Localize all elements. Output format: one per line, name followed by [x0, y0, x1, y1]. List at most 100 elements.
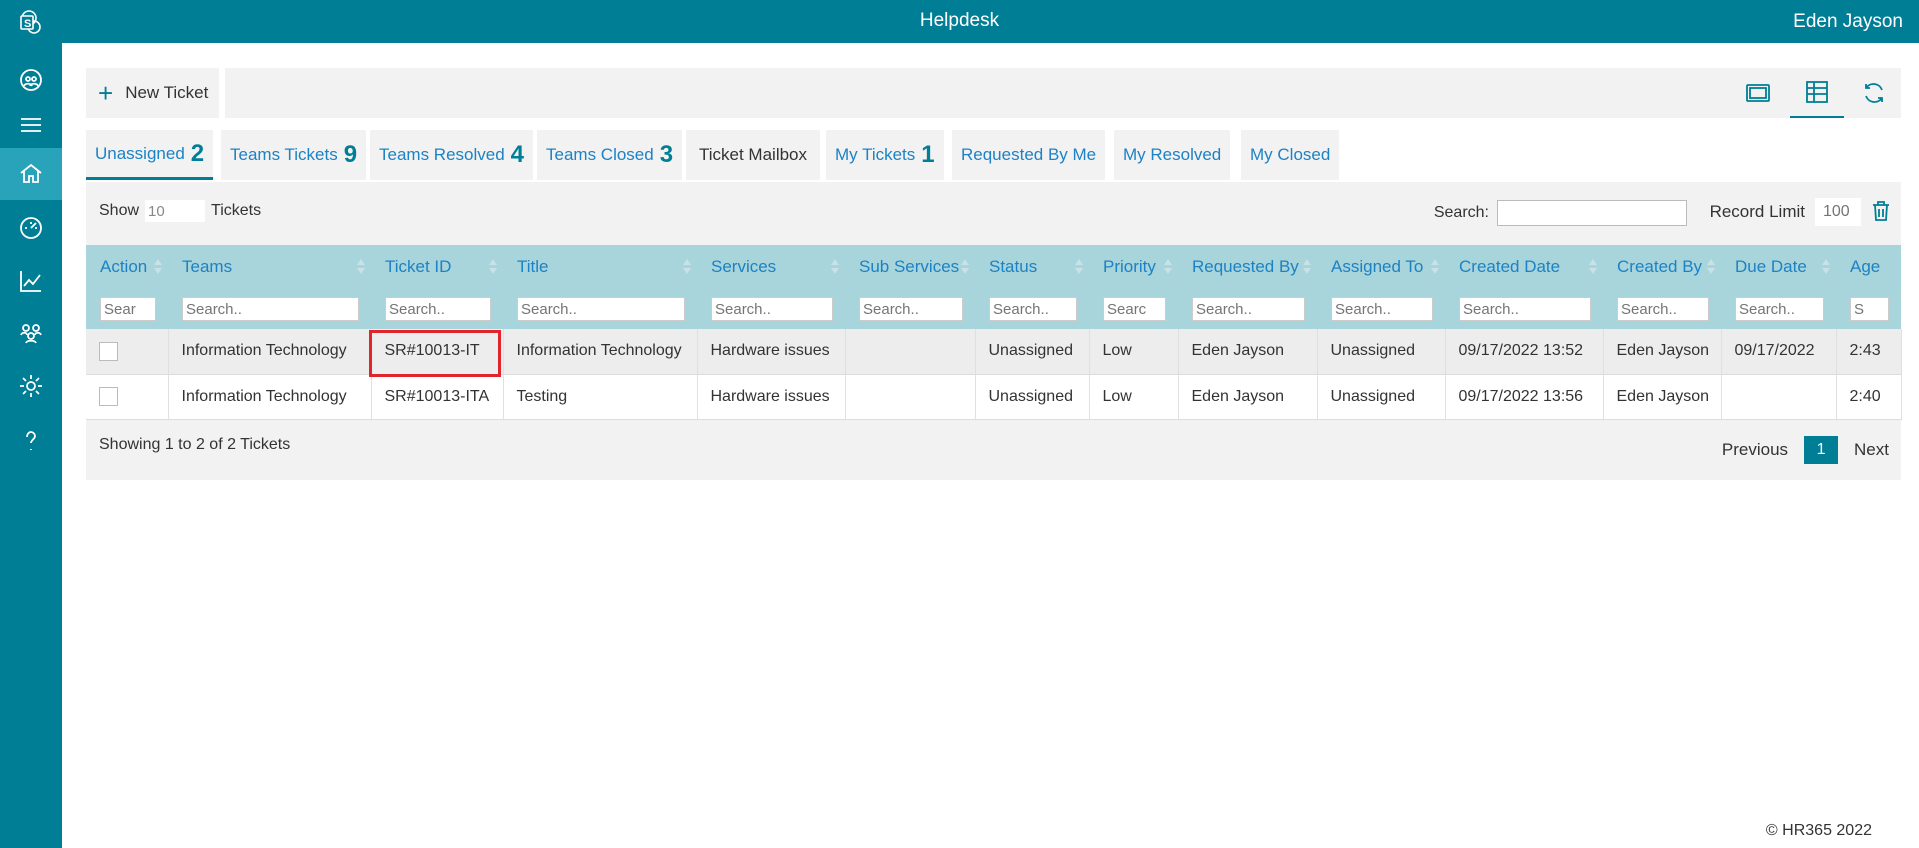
tab-count: 4 — [510, 141, 525, 168]
page-button[interactable]: 1 — [1804, 436, 1839, 464]
row-checkbox[interactable] — [99, 387, 118, 406]
row-checkbox[interactable] — [99, 341, 118, 361]
filter-input[interactable] — [1735, 297, 1824, 321]
sort-icon — [831, 259, 839, 275]
sort-icon — [1303, 259, 1311, 275]
column-header[interactable]: Services — [697, 245, 845, 289]
column-header[interactable]: Action — [86, 245, 168, 289]
show-label: Show — [99, 202, 140, 219]
column-header[interactable]: Sub Services — [845, 245, 975, 289]
column-header[interactable]: Created By — [1603, 245, 1721, 289]
chart-icon[interactable] — [0, 261, 62, 301]
home-icon[interactable] — [0, 148, 62, 200]
tab-teams-closed[interactable]: Teams Closed 3 — [537, 130, 683, 180]
toolbar: + New Ticket — [86, 68, 1901, 118]
plus-icon: + — [98, 78, 114, 108]
help-icon[interactable] — [0, 421, 62, 461]
filter-input[interactable] — [711, 297, 833, 321]
table-view-icon — [1806, 81, 1828, 103]
sort-icon — [154, 259, 162, 275]
age-cell: 2:40 — [1836, 374, 1902, 420]
tab-label: Requested By Me — [961, 145, 1097, 164]
column-header[interactable]: Title — [503, 245, 697, 289]
page-length-input[interactable] — [145, 200, 206, 222]
previous-button[interactable]: Previous — [1722, 440, 1788, 460]
sort-icon — [489, 259, 497, 275]
title-cell[interactable]: Information Technology — [503, 329, 698, 375]
tab-label: Teams Tickets — [230, 145, 338, 164]
record-limit-label: Record Limit — [1709, 202, 1805, 221]
created-date-cell: 09/17/2022 13:56 — [1445, 374, 1604, 420]
due-date-cell — [1721, 374, 1837, 420]
new-ticket-label: New Ticket — [125, 83, 209, 102]
next-button[interactable]: Next — [1854, 440, 1889, 460]
column-header[interactable]: Teams — [168, 245, 371, 289]
tab-label: My Closed — [1250, 145, 1331, 164]
record-limit-input[interactable] — [1815, 198, 1861, 226]
filter-row — [86, 289, 1901, 329]
filter-input[interactable] — [1103, 297, 1166, 321]
sharepoint-logo-icon[interactable]: S — [0, 2, 62, 42]
tickets-table: Action Teams Ticket ID Title Services Su… — [86, 245, 1902, 420]
priority-cell: Low — [1089, 329, 1179, 375]
column-header[interactable]: Requested By — [1178, 245, 1317, 289]
card-view-icon — [1746, 84, 1770, 102]
tickets-panel: Show Tickets Search: Record Limit Action… — [86, 182, 1902, 480]
users-icon[interactable] — [0, 313, 62, 353]
table-row[interactable]: Information Technology SR#10013-ITA Test… — [86, 374, 1902, 420]
tab-my-closed[interactable]: My Closed — [1241, 130, 1340, 180]
filter-input[interactable] — [1617, 297, 1709, 321]
tab-ticket-mailbox[interactable]: Ticket Mailbox — [686, 130, 821, 180]
priority-cell: Low — [1089, 374, 1179, 420]
settings-icon[interactable] — [0, 366, 62, 406]
sidebar: S — [0, 0, 62, 848]
top-bar: Helpdesk Eden Jayson — [0, 0, 1919, 43]
tab-label: Unassigned — [95, 143, 185, 163]
assigned-to-cell: Unassigned — [1317, 374, 1446, 420]
filter-input[interactable] — [1850, 297, 1889, 321]
delete-button[interactable] — [1871, 200, 1893, 224]
ticket-id-cell[interactable]: SR#10013-IT — [371, 329, 504, 375]
filter-input[interactable] — [100, 297, 156, 321]
tab-teams-tickets[interactable]: Teams Tickets 9 — [221, 130, 367, 180]
tab-my-resolved[interactable]: My Resolved — [1114, 130, 1231, 180]
filter-input[interactable] — [182, 297, 359, 321]
team-icon[interactable] — [0, 60, 62, 100]
filter-input[interactable] — [1331, 297, 1433, 321]
tab-requested-by-me[interactable]: Requested By Me — [952, 130, 1106, 180]
sort-icon — [1431, 259, 1439, 275]
filter-input[interactable] — [1459, 297, 1591, 321]
dashboard-icon[interactable] — [0, 208, 62, 248]
table-row[interactable]: Information Technology SR#10013-IT Infor… — [86, 329, 1902, 375]
search-input[interactable] — [1497, 200, 1687, 226]
new-ticket-button[interactable]: + New Ticket — [86, 68, 225, 118]
title-cell[interactable]: Testing — [503, 374, 698, 420]
tickets-label: Tickets — [211, 202, 262, 219]
tab-my-tickets[interactable]: My Tickets 1 — [826, 130, 944, 180]
filter-input[interactable] — [385, 297, 491, 321]
status-cell: Unassigned — [975, 329, 1090, 375]
column-header[interactable]: Created Date — [1445, 245, 1603, 289]
requested-by-cell: Eden Jayson — [1178, 329, 1318, 375]
column-header[interactable]: Priority — [1089, 245, 1178, 289]
ticket-id-cell[interactable]: SR#10013-ITA — [371, 374, 504, 420]
filter-input[interactable] — [859, 297, 963, 321]
filter-input[interactable] — [1192, 297, 1305, 321]
column-header[interactable]: Age — [1836, 245, 1901, 289]
column-header[interactable]: Due Date — [1721, 245, 1836, 289]
table-view-button[interactable] — [1790, 68, 1844, 118]
user-name[interactable]: Eden Jayson — [1793, 11, 1903, 33]
filter-input[interactable] — [989, 297, 1077, 321]
column-header[interactable]: Assigned To — [1317, 245, 1445, 289]
column-header[interactable]: Ticket ID — [371, 245, 503, 289]
menu-icon[interactable] — [0, 105, 62, 145]
tab-label: Teams Closed — [546, 145, 654, 164]
refresh-button[interactable] — [1847, 68, 1901, 118]
sort-icon — [1075, 259, 1083, 275]
filter-input[interactable] — [517, 297, 685, 321]
card-view-button[interactable] — [1731, 68, 1785, 118]
column-header[interactable]: Status — [975, 245, 1089, 289]
teams-cell: Information Technology — [168, 374, 372, 420]
tab-unassigned[interactable]: Unassigned 2 — [86, 130, 214, 180]
tab-teams-resolved[interactable]: Teams Resolved 4 — [370, 130, 534, 180]
